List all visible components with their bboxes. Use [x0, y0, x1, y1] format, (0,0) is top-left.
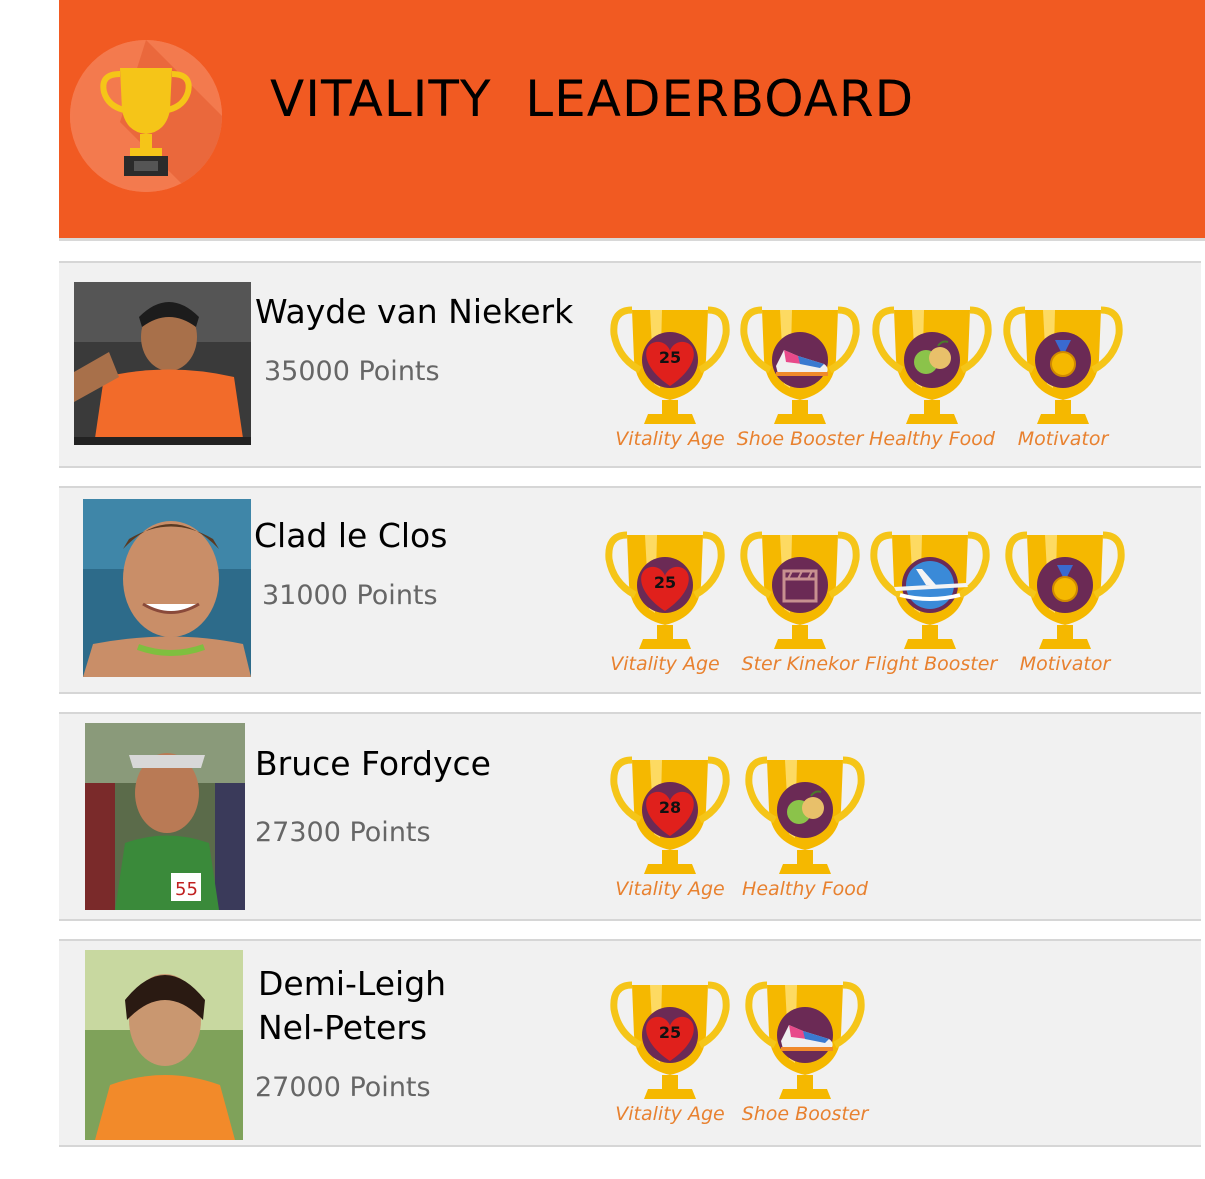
- player-points: 31000 Points: [262, 580, 438, 611]
- athlete-photo: [85, 950, 243, 1140]
- achievement-badge[interactable]: Motivator: [998, 300, 1128, 450]
- player-name-line2[interactable]: Nel-Peters: [258, 1006, 427, 1050]
- achievement-badge[interactable]: 25 Vitality Age: [605, 300, 735, 450]
- badge-label: Shoe Booster: [741, 1103, 869, 1125]
- shoe-icon: [735, 300, 865, 428]
- player-points: 27300 Points: [255, 817, 431, 848]
- player-name[interactable]: Wayde van Niekerk: [255, 290, 573, 334]
- apple-icon: [867, 300, 997, 428]
- player-name[interactable]: Bruce Fordyce: [255, 742, 491, 786]
- badge-label: Ster Kinekor: [741, 653, 859, 675]
- heart-icon: 25: [605, 300, 735, 428]
- athlete-photo: [83, 499, 251, 677]
- heart-icon: 25: [600, 525, 730, 653]
- player-points: 27000 Points: [255, 1072, 431, 1103]
- page-title: VITALITY LEADERBOARD: [270, 70, 915, 128]
- svg-text:25: 25: [654, 573, 676, 592]
- achievement-badge[interactable]: Healthy Food: [740, 750, 870, 900]
- player-points: 35000 Points: [264, 356, 440, 387]
- player-name[interactable]: Clad le Clos: [254, 514, 447, 558]
- athlete-photo: [74, 282, 251, 445]
- medal-icon: [998, 300, 1128, 428]
- achievement-badge[interactable]: Motivator: [1000, 525, 1130, 675]
- shoe-icon: [740, 975, 870, 1103]
- badge-label: Motivator: [1017, 428, 1109, 450]
- player-name-line1[interactable]: Demi-Leigh: [258, 962, 446, 1006]
- badge-label: Vitality Age: [615, 878, 725, 900]
- clapperboard-icon: [735, 525, 865, 653]
- badge-label: Flight Booster: [865, 653, 998, 675]
- header-divider: [59, 238, 1205, 241]
- achievement-badge[interactable]: 25 Vitality Age: [605, 975, 735, 1125]
- badge-label: Motivator: [1019, 653, 1111, 675]
- svg-text:55: 55: [175, 879, 198, 900]
- athlete-photo: 55: [85, 723, 245, 910]
- badge-label: Vitality Age: [610, 653, 720, 675]
- airplane-icon: [865, 525, 995, 653]
- badge-label: Vitality Age: [615, 1103, 725, 1125]
- trophy-icon: [70, 40, 222, 192]
- badge-label: Shoe Booster: [736, 428, 864, 450]
- achievement-badge[interactable]: Healthy Food: [867, 300, 997, 450]
- heart-icon: 28: [605, 750, 735, 878]
- badge-label: Healthy Food: [869, 428, 995, 450]
- heart-icon: 25: [605, 975, 735, 1103]
- achievement-badge[interactable]: Shoe Booster: [740, 975, 870, 1125]
- medal-icon: [1000, 525, 1130, 653]
- achievement-badge[interactable]: Shoe Booster: [735, 300, 865, 450]
- badge-label: Healthy Food: [742, 878, 868, 900]
- svg-text:25: 25: [659, 348, 681, 367]
- achievement-badge[interactable]: 25 Vitality Age: [600, 525, 730, 675]
- achievement-badge[interactable]: 28 Vitality Age: [605, 750, 735, 900]
- achievement-badge[interactable]: Ster Kinekor: [735, 525, 865, 675]
- svg-text:28: 28: [659, 798, 681, 817]
- badge-label: Vitality Age: [615, 428, 725, 450]
- apple-icon: [740, 750, 870, 878]
- svg-text:25: 25: [659, 1023, 681, 1042]
- achievement-badge[interactable]: Flight Booster: [865, 525, 998, 675]
